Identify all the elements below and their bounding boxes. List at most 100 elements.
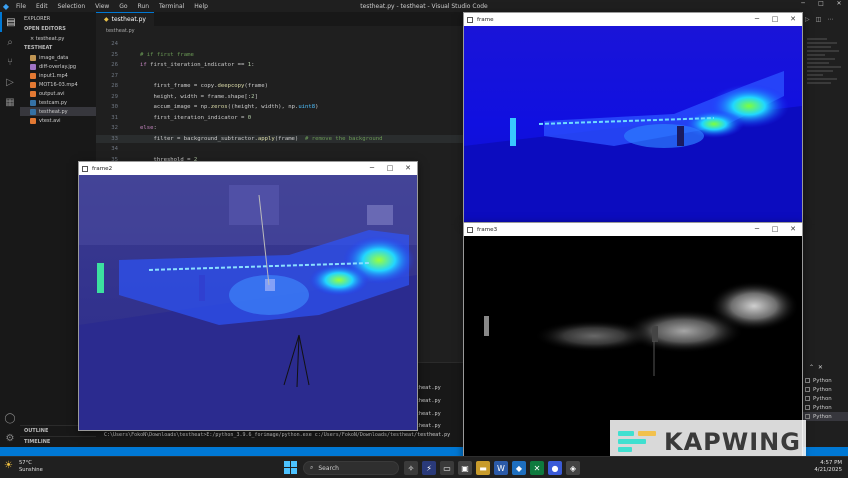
- frame2-overlay-image: [79, 175, 417, 430]
- menu-edit[interactable]: Edit: [36, 3, 48, 10]
- code-line[interactable]: 28 first_frame = copy.deepcopy(frame): [96, 82, 466, 90]
- code-line[interactable]: 29 height, width = frame.shape[:2]: [96, 93, 466, 101]
- chevron-up-icon[interactable]: ⌃: [809, 364, 814, 371]
- code-text: # if first frame: [140, 51, 194, 58]
- close-panel-icon[interactable]: ✕: [818, 364, 823, 371]
- weather-widget[interactable]: ☀ 57°C Sunshine: [4, 460, 43, 474]
- code-text: filter = background_subtractor.apply(fra…: [140, 135, 383, 142]
- code-line[interactable]: 25 # if first frame: [96, 51, 466, 59]
- code-line[interactable]: 27: [96, 72, 466, 80]
- code-line[interactable]: 34: [96, 145, 466, 153]
- tab-label: testheat.py: [111, 16, 146, 23]
- minimize-icon[interactable]: ─: [363, 162, 381, 175]
- close-icon[interactable]: ✕: [830, 0, 848, 7]
- copilot-icon[interactable]: ✧: [404, 461, 418, 475]
- terminal-list-item[interactable]: Python: [803, 412, 848, 421]
- terminal-checkbox: [805, 387, 810, 392]
- terminal-list-item[interactable]: Python: [803, 394, 848, 403]
- minimize-icon[interactable]: ─: [794, 0, 812, 7]
- menu-go[interactable]: Go: [119, 3, 127, 10]
- extensions-icon[interactable]: ▦: [0, 92, 20, 112]
- minimize-icon[interactable]: ─: [748, 13, 766, 26]
- video-file-icon: [30, 72, 36, 79]
- python-app-icon[interactable]: ◈: [566, 461, 580, 475]
- close-icon[interactable]: ✕: [784, 223, 802, 236]
- windows-start-icon[interactable]: [284, 461, 298, 475]
- file-item[interactable]: diff-overlay.jpg: [20, 62, 96, 71]
- frame3-titlebar[interactable]: frame3 ─ □ ✕: [464, 223, 802, 236]
- photos-icon[interactable]: ▣: [458, 461, 472, 475]
- folder-section[interactable]: TESTHEAT: [20, 43, 96, 53]
- maximize-icon[interactable]: □: [381, 162, 399, 175]
- file-item[interactable]: MOT16-03.mp4: [20, 80, 96, 89]
- folder-file-icon: [30, 54, 36, 61]
- breadcrumb-file[interactable]: testheat.py: [106, 28, 135, 34]
- menu-view[interactable]: View: [95, 3, 109, 10]
- maximize-icon[interactable]: □: [766, 13, 784, 26]
- code-line[interactable]: 24: [96, 40, 466, 48]
- file-item[interactable]: output.avi: [20, 89, 96, 98]
- tab-testheat[interactable]: ◆ testheat.py: [96, 12, 154, 26]
- source-control-icon[interactable]: ⑂: [0, 52, 20, 72]
- split-editor-icon[interactable]: ◫: [816, 16, 822, 23]
- open-editors-section[interactable]: OPEN EDITORS: [20, 24, 96, 34]
- taskbar-search[interactable]: ⌕ Search: [303, 461, 399, 475]
- more-icon[interactable]: ⋯: [827, 16, 833, 23]
- open-editor-item[interactable]: × testheat.py: [20, 34, 96, 43]
- explorer-icon[interactable]: ▤: [0, 12, 20, 32]
- account-icon[interactable]: ◯: [0, 408, 20, 428]
- frame-window[interactable]: frame ─ □ ✕: [463, 12, 803, 223]
- file-item[interactable]: image_data: [20, 53, 96, 62]
- breadcrumb[interactable]: testheat.py: [96, 26, 466, 36]
- frame-titlebar[interactable]: frame ─ □ ✕: [464, 13, 802, 26]
- task-view-icon[interactable]: ▭: [440, 461, 454, 475]
- line-number: 28: [111, 83, 118, 89]
- menu-terminal[interactable]: Terminal: [159, 3, 184, 10]
- file-item[interactable]: testcam.py: [20, 98, 96, 107]
- minimize-icon[interactable]: ─: [748, 223, 766, 236]
- close-icon[interactable]: ✕: [784, 13, 802, 26]
- run-debug-icon[interactable]: ▷: [0, 72, 20, 92]
- file-item[interactable]: input1.mp4: [20, 71, 96, 80]
- chat-icon[interactable]: ●: [548, 461, 562, 475]
- file-item[interactable]: vtest.avi: [20, 116, 96, 125]
- frame2-window-controls: ─ □ ✕: [363, 162, 417, 175]
- frame-window-controls: ─ □ ✕: [748, 13, 802, 26]
- word-icon[interactable]: W: [494, 461, 508, 475]
- file-explorer-icon[interactable]: ▬: [476, 461, 490, 475]
- vscode-logo-icon: ◆: [2, 1, 10, 11]
- ai-app-icon[interactable]: ⚡: [422, 461, 436, 475]
- close-icon[interactable]: ✕: [399, 162, 417, 175]
- terminal-list-label: Python: [813, 395, 832, 402]
- code-line[interactable]: 26 if first_iteration_indicator == 1:: [96, 61, 466, 69]
- file-item[interactable]: testheat.py: [20, 107, 96, 116]
- menu-run[interactable]: Run: [138, 3, 150, 10]
- code-line[interactable]: 30 accum_image = np.zeros((height, width…: [96, 103, 466, 111]
- menu-help[interactable]: Help: [194, 3, 208, 10]
- code-line[interactable]: 33 filter = background_subtractor.apply(…: [96, 134, 466, 143]
- code-line[interactable]: 31 first_iteration_indicator = 0: [96, 114, 466, 122]
- video-file-icon: [30, 81, 36, 88]
- gear-icon[interactable]: ⚙: [0, 428, 20, 448]
- run-icon[interactable]: ▷: [805, 16, 810, 23]
- timeline-section[interactable]: TIMELINE: [20, 436, 96, 447]
- maximize-icon[interactable]: □: [812, 0, 830, 7]
- search-icon[interactable]: ⌕: [0, 32, 20, 52]
- terminal-list-item[interactable]: Python: [803, 376, 848, 385]
- menu-selection[interactable]: Selection: [58, 3, 86, 10]
- menu-file[interactable]: File: [16, 3, 26, 10]
- clock-date: 4/21/2025: [814, 467, 842, 473]
- frame2-titlebar[interactable]: frame2 ─ □ ✕: [79, 162, 417, 175]
- vscode-taskbar-icon[interactable]: ◆: [512, 461, 526, 475]
- system-tray[interactable]: 4:57 PM 4/21/2025: [814, 460, 842, 474]
- xbox-icon[interactable]: ✕: [530, 461, 544, 475]
- clock-time: 4:57 PM: [820, 460, 842, 466]
- frame3-window-controls: ─ □ ✕: [748, 223, 802, 236]
- terminal-list-item[interactable]: Python: [803, 403, 848, 412]
- maximize-icon[interactable]: □: [766, 223, 784, 236]
- minimap[interactable]: [803, 36, 848, 116]
- frame2-window[interactable]: frame2 ─ □ ✕: [78, 161, 418, 431]
- terminal-list-item[interactable]: Python: [803, 385, 848, 394]
- code-line[interactable]: 32 else:: [96, 124, 466, 132]
- line-number: 34: [111, 146, 118, 152]
